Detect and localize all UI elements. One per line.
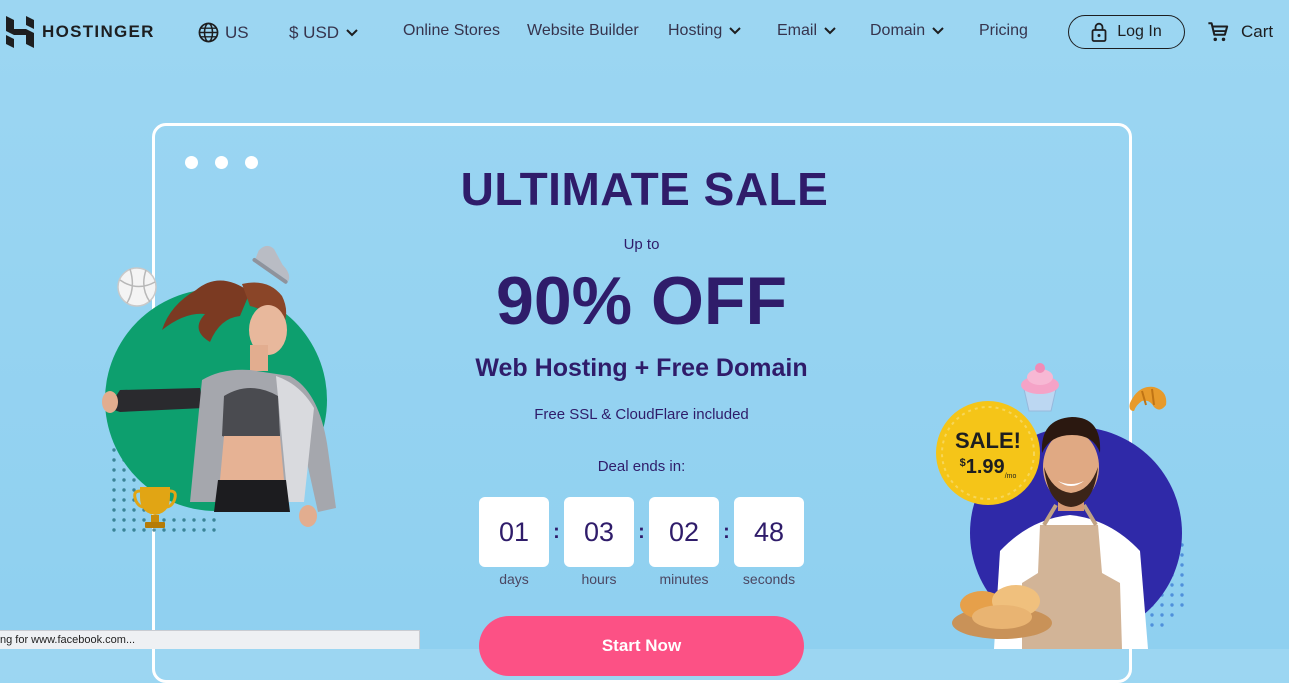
region-selector[interactable]: US	[198, 22, 249, 43]
hero-subtitle: Web Hosting + Free Domain	[475, 354, 808, 382]
nav-website-builder-label: Website Builder	[527, 22, 639, 39]
start-now-button[interactable]: Start Now	[479, 616, 804, 676]
brand-name: HOSTINGER	[42, 22, 155, 41]
nav-pricing-label: Pricing	[979, 22, 1028, 39]
cart-label: Cart	[1241, 22, 1274, 41]
countdown-days-label: days	[499, 571, 529, 587]
top-navigation: HOSTINGER US $ USD Online Stores Website…	[0, 0, 1289, 66]
hostinger-logo[interactable]: HOSTINGER	[6, 16, 155, 48]
nav-hosting-label: Hosting	[668, 22, 723, 39]
baker-illustration	[936, 363, 1184, 649]
countdown-hours-value: 03	[564, 497, 634, 567]
countdown-separator: :	[638, 520, 645, 543]
hero-title: ULTIMATE SALE	[460, 163, 829, 215]
currency-selector[interactable]: $ USD	[289, 23, 358, 43]
hero-upto: Up to	[623, 236, 660, 253]
countdown-separator: :	[553, 520, 560, 543]
nav-hosting[interactable]: Hosting	[668, 22, 741, 40]
sale-badge-title: SALE!	[955, 428, 1021, 453]
cart-link[interactable]: Cart	[1207, 21, 1273, 43]
countdown-minutes-value: 02	[649, 497, 719, 567]
browser-status-bar: ng for www.facebook.com...	[0, 630, 420, 649]
countdown-timer: 01 days : 03 hours : 02 minutes : 48 sec…	[479, 497, 804, 587]
login-label: Log In	[1117, 23, 1162, 40]
countdown-days-value: 01	[479, 497, 549, 567]
nav-online-stores[interactable]: Online Stores	[403, 22, 500, 40]
nav-email-label: Email	[777, 22, 818, 39]
countdown-separator: :	[723, 520, 730, 543]
countdown-minutes: 02 minutes	[649, 497, 719, 587]
chevron-down-icon	[729, 27, 741, 35]
countdown-minutes-label: minutes	[659, 571, 709, 587]
globe-icon	[198, 22, 219, 43]
countdown-seconds: 48 seconds	[734, 497, 804, 587]
chevron-down-icon	[346, 29, 358, 37]
countdown-hours-label: hours	[581, 571, 617, 587]
chevron-down-icon	[824, 27, 836, 35]
hostinger-logo-icon	[6, 16, 34, 48]
countdown-hours: 03 hours	[564, 497, 634, 587]
login-button[interactable]: Log In	[1068, 15, 1185, 49]
hero-discount: 90% OFF	[496, 263, 787, 339]
nav-pricing[interactable]: Pricing	[979, 22, 1028, 40]
currency-label: $ USD	[289, 23, 340, 42]
nav-online-stores-label: Online Stores	[403, 22, 500, 39]
countdown-days: 01 days	[479, 497, 549, 587]
nav-website-builder[interactable]: Website Builder	[527, 22, 639, 40]
countdown-seconds-value: 48	[734, 497, 804, 567]
nav-domain-label: Domain	[870, 22, 926, 39]
deal-ends-label: Deal ends in:	[597, 458, 686, 475]
hero-features: Free SSL & CloudFlare included	[534, 406, 749, 423]
chevron-down-icon	[932, 27, 944, 35]
lock-icon	[1091, 22, 1107, 42]
countdown-seconds-label: seconds	[742, 571, 796, 587]
cart-icon	[1208, 22, 1229, 42]
nav-domain[interactable]: Domain	[870, 22, 944, 40]
nav-email[interactable]: Email	[777, 22, 836, 40]
region-label: US	[225, 22, 249, 42]
